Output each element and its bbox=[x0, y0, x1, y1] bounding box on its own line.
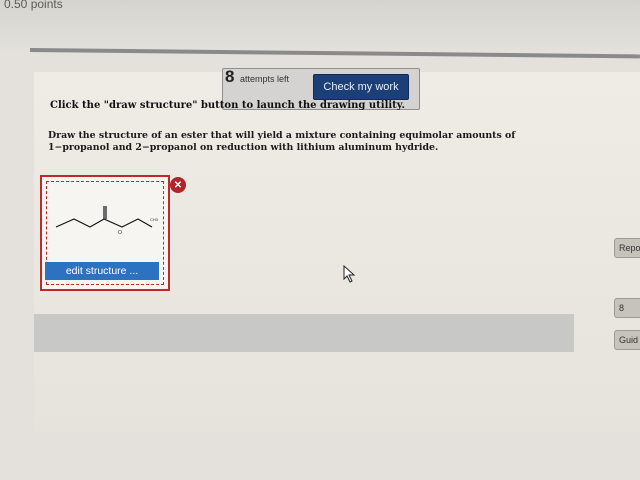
close-icon[interactable]: ✕ bbox=[170, 177, 186, 193]
top-strip bbox=[0, 0, 640, 50]
guide-button[interactable]: Guid bbox=[614, 330, 640, 350]
attempts-label: attempts left bbox=[240, 74, 290, 84]
instruction-text: Click the "draw structure" button to lau… bbox=[50, 100, 405, 111]
atom-ch3: CH3 bbox=[150, 217, 159, 222]
report-button[interactable]: Repo bbox=[614, 238, 640, 258]
side-button[interactable]: 8 bbox=[614, 298, 640, 318]
points-label: 0.50 points bbox=[4, 0, 63, 11]
ester-structure: O CH3 bbox=[55, 206, 159, 236]
mouse-cursor-icon bbox=[343, 265, 356, 283]
answer-bar bbox=[34, 314, 574, 352]
edit-structure-button[interactable]: edit structure ... bbox=[45, 262, 159, 280]
atom-o: O bbox=[118, 230, 122, 236]
question-text: Draw the structure of an ester that will… bbox=[48, 130, 516, 153]
carbon-chain bbox=[55, 218, 153, 228]
attempts-count: 8 bbox=[225, 67, 235, 86]
check-my-work-button[interactable]: Check my work bbox=[313, 74, 409, 100]
